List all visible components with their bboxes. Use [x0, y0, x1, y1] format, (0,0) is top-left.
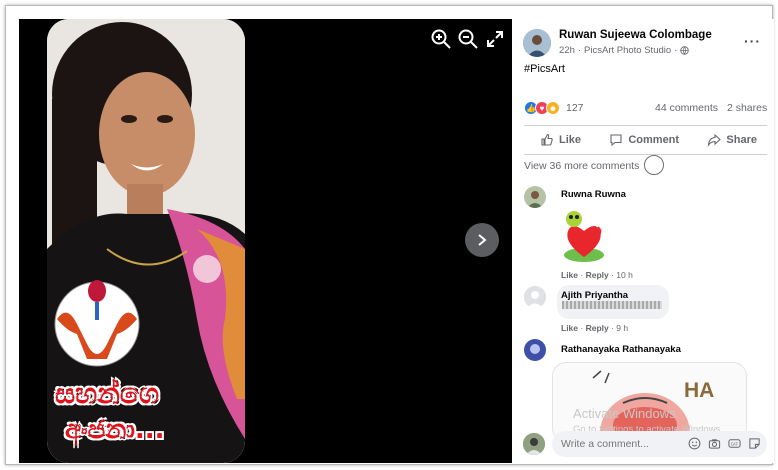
comment-like-link[interactable]: Like — [561, 270, 578, 280]
comment-input[interactable] — [561, 438, 681, 450]
share-icon — [708, 133, 722, 147]
current-user-avatar[interactable] — [523, 433, 545, 455]
shares-count[interactable]: 2 shares — [727, 102, 767, 114]
post-time[interactable]: 22h — [559, 45, 575, 56]
commenter-avatar[interactable] — [524, 339, 546, 361]
comment-label: Comment — [628, 134, 680, 146]
comment-time: 10 h — [616, 270, 633, 280]
meta-dot: · — [674, 45, 678, 56]
commenter-avatar-placeholder[interactable] — [524, 286, 546, 308]
chevron-right-icon — [478, 234, 487, 246]
author-avatar[interactable] — [523, 29, 551, 57]
activate-windows-title: Activate Windows — [573, 406, 676, 421]
svg-text:GIF: GIF — [731, 442, 739, 447]
share-label: Share — [726, 134, 757, 146]
sticker-ha-text: HA — [684, 379, 715, 402]
thumbs-up-icon — [541, 133, 553, 146]
next-photo-button[interactable] — [465, 223, 499, 257]
fullscreen-icon[interactable] — [484, 28, 506, 50]
comment-composer: GIF — [552, 431, 767, 457]
more-options-button[interactable]: ··· — [744, 33, 761, 49]
composer-tools: GIF — [688, 437, 761, 450]
haha-reaction-icon: ☻ — [546, 101, 560, 115]
post-photo[interactable]: සහන්ගෙ අංජනා... — [47, 19, 245, 463]
emoji-icon[interactable] — [688, 437, 701, 450]
meta-dot: · — [577, 45, 582, 56]
comment-footer: Like · Reply · 9 h — [561, 323, 629, 333]
post-meta: 22h · PicsArt Photo Studio · — [559, 45, 690, 56]
post-panel: Ruwan Sujeewa Colombage 22h · PicsArt Ph… — [512, 19, 774, 463]
comment-time: 9 h — [616, 323, 629, 333]
gif-icon[interactable]: GIF — [728, 437, 741, 450]
mouse-cursor-indicator — [644, 155, 664, 175]
reaction-summary[interactable]: 👍 ♥ ☻ 127 — [524, 101, 584, 115]
post-author-name[interactable]: Ruwan Sujeewa Colombage — [559, 29, 712, 41]
commenter-avatar[interactable] — [524, 186, 546, 208]
zoom-out-icon[interactable] — [457, 28, 479, 50]
comment-author[interactable]: Ruwna Ruwna — [561, 189, 626, 200]
comment-like-link[interactable]: Like — [561, 323, 578, 333]
comment-reply-link[interactable]: Reply — [586, 323, 609, 333]
like-label: Like — [559, 134, 582, 146]
post-text: #PicsArt — [524, 63, 565, 75]
comment-button[interactable]: Comment — [609, 133, 679, 147]
sticker-icon[interactable] — [748, 437, 761, 450]
comment-icon — [610, 134, 622, 147]
comments-count[interactable]: 44 comments — [655, 102, 718, 114]
post-stats: 44 comments 2 shares — [655, 102, 767, 114]
zoom-in-icon[interactable] — [430, 28, 452, 50]
redacted-comment-text — [562, 301, 662, 309]
post-source[interactable]: PicsArt Photo Studio — [584, 45, 671, 56]
camera-icon[interactable] — [708, 437, 721, 450]
comment-sticker — [556, 207, 610, 270]
reaction-count: 127 — [566, 102, 584, 114]
comment-author[interactable]: Rathanayaka Rathanayaka — [561, 344, 681, 355]
share-button[interactable]: Share — [707, 133, 757, 147]
comment-reply-link[interactable]: Reply — [586, 270, 609, 280]
view-more-comments-link[interactable]: View 36 more comments — [524, 160, 639, 172]
comment-footer: Like · Reply · 10 h — [561, 270, 633, 280]
like-button[interactable]: Like — [540, 133, 581, 147]
photo-viewer: සහන්ගෙ අංජනා... — [19, 19, 512, 463]
globe-icon — [680, 46, 690, 55]
post-actions: Like Comment Share — [524, 125, 767, 155]
photo-caption-line1: සහන්ගෙ — [55, 377, 159, 410]
photo-caption-line2: අංජනා... — [65, 415, 165, 445]
comment-author[interactable]: Ajith Priyantha — [561, 290, 628, 301]
screenshot-frame: සහන්ගෙ අංජනා... Ruwan Sujeewa Colombage … — [5, 5, 774, 465]
